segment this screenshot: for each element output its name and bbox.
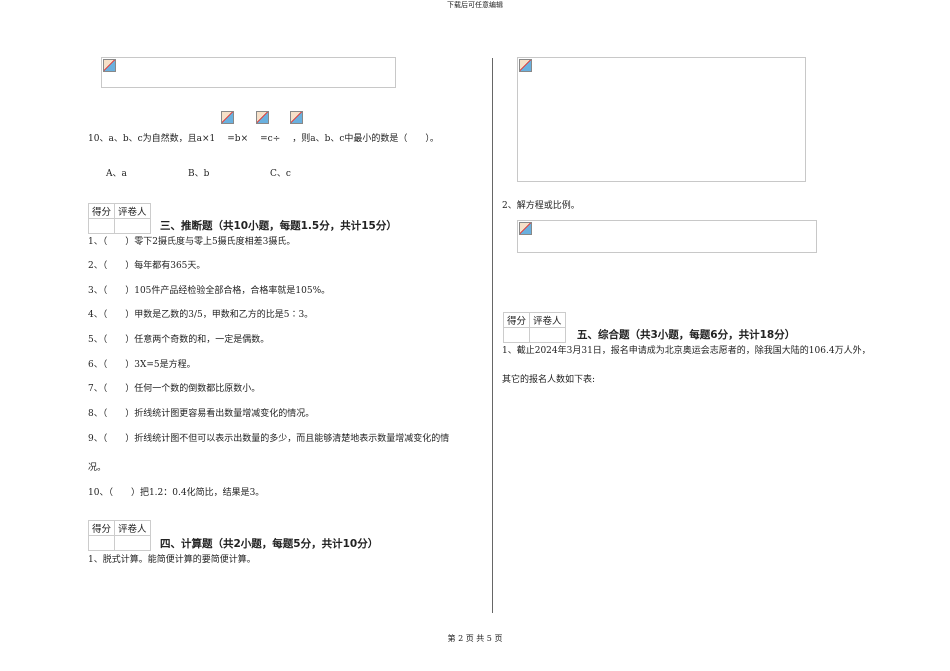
section-4-question-1: 1、脱式计算。能简便计算的要简便计算。 xyxy=(88,555,256,565)
score-cell[interactable] xyxy=(87,218,116,234)
page-header: 下载后可任意编辑 xyxy=(447,1,503,9)
q10-part: ，则a、b、c中最小的数是（ ）。 xyxy=(292,134,439,144)
grader-cell[interactable] xyxy=(114,218,151,234)
broken-image-icon xyxy=(519,59,532,72)
list-item: 4、（ ）甲数是乙数的3/5，甲数和乙方的比是5∶3。 xyxy=(88,310,314,320)
score-header: 得分 xyxy=(502,312,531,328)
score-table: 得分 评卷人 xyxy=(87,520,151,551)
score-table: 得分 评卷人 xyxy=(502,312,566,343)
broken-image-icon xyxy=(221,111,234,124)
list-item: 2、（ ）每年都有365天。 xyxy=(88,261,206,271)
score-table: 得分 评卷人 xyxy=(87,203,151,234)
list-item: 7、（ ）任何一个数的倒数都比原数小。 xyxy=(88,384,261,394)
score-header: 得分 xyxy=(87,520,116,536)
section-4-title: 四、计算题（共2小题，每题5分，共计10分） xyxy=(160,538,379,550)
option-a: A、a xyxy=(106,169,127,179)
q10-part: 10、a、b、c为自然数，且a×1 xyxy=(88,134,216,144)
list-item: 10、（ ）把1.2：0.4化简比，结果是3。 xyxy=(88,488,265,498)
list-item: 6、（ ）3X=5是方程。 xyxy=(88,360,196,370)
grader-header: 评卷人 xyxy=(529,312,566,328)
list-item-continued: 况。 xyxy=(88,463,107,473)
column-divider xyxy=(492,58,493,613)
broken-image-icon xyxy=(103,59,116,72)
broken-image-icon xyxy=(290,111,303,124)
image-frame xyxy=(101,57,396,88)
list-item: 5、（ ）任意两个奇数的和，一定是偶数。 xyxy=(88,335,270,345)
score-header: 得分 xyxy=(87,203,116,219)
section-3-title: 三、推断题（共10小题，每题1.5分，共计15分） xyxy=(160,220,397,232)
score-cell[interactable] xyxy=(502,327,531,343)
grader-header: 评卷人 xyxy=(114,203,151,219)
question-10: 10、a、b、c为自然数，且a×1 =b× =c÷ ，则a、b、c中最小的数是（ ）。 xyxy=(88,131,439,144)
page-footer: 第 2 页 共 5 页 xyxy=(447,634,503,643)
grader-header: 评卷人 xyxy=(114,520,151,536)
section-5-question-1: 1、截止2024年3月31日，报名申请成为北京奥运会志愿者的，除我国大陆的106… xyxy=(502,346,871,356)
list-item: 3、（ ）105件产品经检验全部合格，合格率就是105%。 xyxy=(88,286,331,296)
question-2: 2、解方程或比例。 xyxy=(502,201,580,211)
list-item: 9、（ ）折线统计图不但可以表示出数量的多少，而且能够清楚地表示数量增减变化的情 xyxy=(88,434,450,444)
image-frame xyxy=(517,57,806,182)
broken-image-icon xyxy=(519,222,532,235)
list-item: 8、（ ）折线统计图更容易看出数量增减变化的情况。 xyxy=(88,409,315,419)
section-5-title: 五、综合题（共3小题，每题6分，共计18分） xyxy=(577,329,796,341)
q10-part: =c÷ xyxy=(260,134,281,144)
grader-cell[interactable] xyxy=(114,535,151,551)
grader-cell[interactable] xyxy=(529,327,566,343)
image-frame xyxy=(517,220,817,253)
score-cell[interactable] xyxy=(87,535,116,551)
exam-page: 下载后可任意编辑 10、a、b、c为自然数，且a×1 =b× =c÷ ，则a、b、c中… xyxy=(0,0,950,671)
list-item: 1、（ ）零下2摄氏度与零上5摄氏度相差3摄氏。 xyxy=(88,237,296,247)
option-b: B、b xyxy=(188,169,210,179)
section-5-question-1-cont: 其它的报名人数如下表: xyxy=(502,375,596,385)
option-c: C、c xyxy=(270,169,291,179)
broken-image-icon xyxy=(256,111,269,124)
q10-part: =b× xyxy=(227,134,249,144)
